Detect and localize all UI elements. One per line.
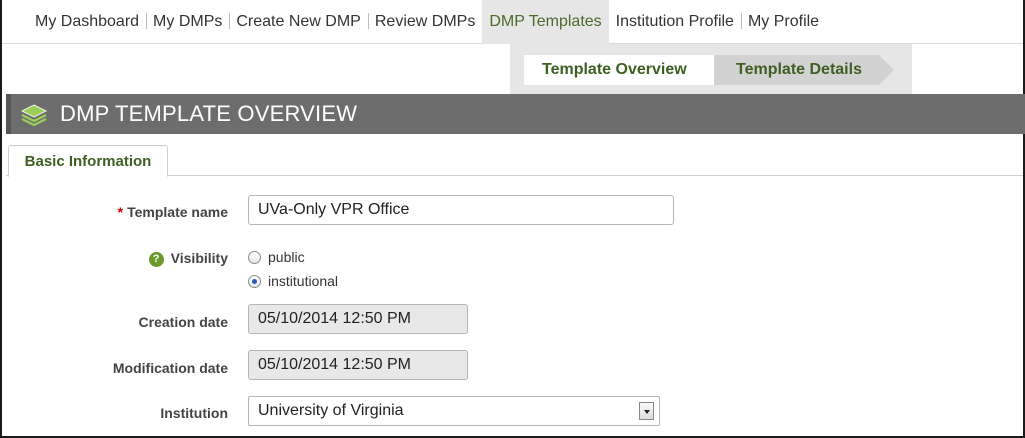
top-navigation: My Dashboard My DMPs Create New DMP Revi…: [2, 0, 1023, 44]
step-template-details[interactable]: Template Details: [714, 55, 894, 85]
modification-date-value: 05/10/2014 12:50 PM: [258, 356, 412, 373]
wizard-steps: Template Overview Template Details: [510, 44, 912, 94]
institutional-radio-label: institutional: [268, 273, 339, 289]
modification-date-field: 05/10/2014 12:50 PM: [248, 350, 468, 380]
template-form: * Template name UVa-Only VPR Office ? Visi…: [0, 176, 1025, 438]
visibility-option-institutional[interactable]: institutional: [248, 273, 338, 289]
chevron-down-icon[interactable]: [639, 402, 654, 420]
visibility-label: ? Visibility: [0, 250, 228, 267]
creation-date-field: 05/10/2014 12:50 PM: [248, 304, 468, 334]
help-icon[interactable]: ?: [148, 251, 164, 267]
template-name-label-text: Template name: [127, 204, 228, 220]
public-radio[interactable]: [248, 250, 261, 264]
nav-item-my-dashboard[interactable]: My Dashboard: [28, 0, 146, 44]
nav-item-my-dmps[interactable]: My DMPs: [146, 0, 229, 44]
nav-item-review-dmps[interactable]: Review DMPs: [367, 0, 482, 44]
title-bar-accent: [6, 94, 11, 134]
visibility-label-text: Visibility: [170, 250, 228, 266]
template-name-label: * Template name: [0, 204, 228, 220]
creation-date-label: Creation date: [138, 314, 228, 330]
tab-basic-information[interactable]: Basic Information: [8, 145, 168, 177]
nav-item-my-profile[interactable]: My Profile: [740, 0, 826, 44]
page-title: DMP TEMPLATE OVERVIEW: [60, 101, 358, 126]
institutional-radio[interactable]: [248, 274, 261, 288]
institution-label: Institution: [160, 405, 228, 421]
modification-date-label: Modification date: [112, 360, 228, 376]
page-title-bar: DMP TEMPLATE OVERVIEW: [6, 94, 1025, 134]
step-template-overview[interactable]: Template Overview: [524, 55, 729, 85]
institution-value: University of Virginia: [258, 402, 404, 419]
required-marker: *: [117, 204, 124, 220]
institution-select[interactable]: University of Virginia: [248, 396, 660, 426]
nav-item-create-new-dmp[interactable]: Create New DMP: [229, 0, 367, 44]
visibility-option-public[interactable]: public: [248, 249, 305, 265]
nav-item-institution-profile[interactable]: Institution Profile: [609, 0, 741, 44]
creation-date-value: 05/10/2014 12:50 PM: [258, 310, 412, 327]
nav-item-dmp-templates[interactable]: DMP Templates: [482, 0, 609, 44]
template-name-value: UVa-Only VPR Office: [258, 201, 410, 218]
public-radio-label: public: [268, 249, 305, 265]
template-name-input[interactable]: UVa-Only VPR Office: [248, 195, 674, 225]
layers-icon: [20, 104, 48, 126]
tab-bar: Basic Information: [6, 134, 1023, 177]
